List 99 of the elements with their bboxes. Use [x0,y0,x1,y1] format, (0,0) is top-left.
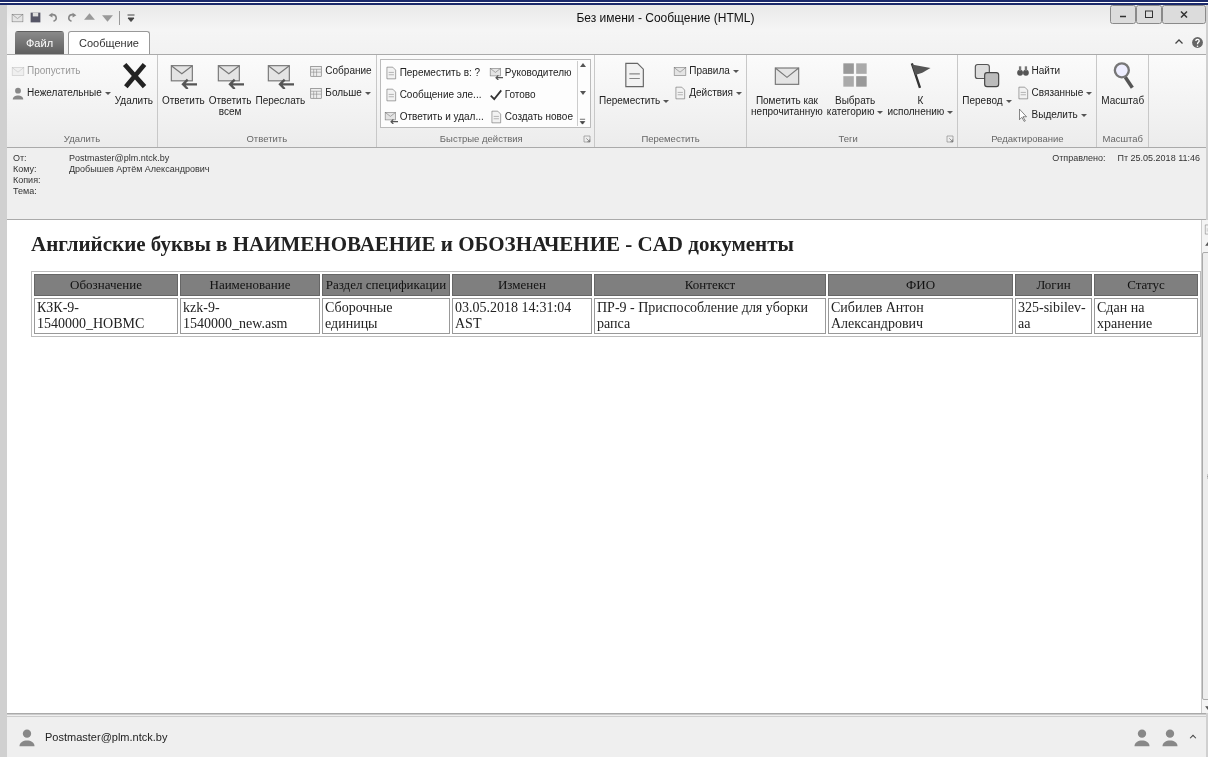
ribbon-button[interactable]: К исполнению [886,59,955,117]
dropdown-arrow-icon [364,91,371,95]
ribbon-button[interactable]: Пометить как непрочитанную [750,59,824,117]
ribbon-tab[interactable]: Сообщение [68,31,150,54]
table-cell: КЗК-9-1540000_НОВМС [34,298,178,334]
table-cell: kzk-9-1540000_new.asm [180,298,320,334]
group-label: Масштаб [1101,132,1145,146]
window-title: Без имени - Сообщение (HTML) [575,10,756,25]
ribbon-button[interactable]: Масштаб [1100,59,1146,106]
ribbon-button[interactable]: Нежелательные [10,83,112,102]
undo-icon[interactable] [47,11,60,24]
dropdown-arrow-icon [732,69,739,73]
person-icon [11,85,25,100]
dropdown-arrow-icon [663,99,670,103]
ribbon-button[interactable]: Сообщение эле... [382,85,485,104]
column-header: Наименование [180,274,320,296]
dropdown-arrow-icon [1005,99,1012,103]
ribbon-button[interactable]: Действия [672,83,744,102]
dropdown-arrow-icon [736,91,743,95]
save-icon[interactable] [29,11,42,24]
field-label: От: [13,153,28,164]
table-cell: ПР-9 - Приспособление для уборки рапса [594,298,826,334]
dropdown-arrow-icon [1086,91,1093,95]
collapse-icon[interactable] [1188,732,1198,742]
envelope-arrow-icon [383,109,398,124]
table-cell: 325-sibilev-aa [1015,298,1092,334]
envelope-arrow-icon [488,65,503,80]
document-icon [383,65,398,80]
group-label: Теги [837,132,859,146]
ribbon-button[interactable]: Переместить в: ? [382,63,485,82]
file-tab[interactable]: Файл [15,31,65,54]
customize-icon[interactable] [578,117,588,126]
calendar-icon [309,85,324,100]
column-header: Обозначение [34,274,178,296]
field-value: Дробышев Артём Александрович [69,164,210,175]
group-label: Редактирование [990,132,1065,146]
column-header: Изменен [452,274,592,296]
message-heading: Английские буквы в НАИМЕНОВАЕНИЕ и ОБОЗНАЧЕНИЕ - CAD документы [31,232,795,257]
dropdown-arrow-icon [877,110,884,114]
ribbon-button[interactable]: Создать новое [487,107,574,126]
group-label: Удалить [62,132,102,146]
person-icon [17,727,37,747]
person-icon[interactable] [1132,727,1152,747]
ribbon-button[interactable]: Ответить всем [207,59,253,117]
checkmark-icon [488,87,503,102]
help-icon[interactable] [1191,35,1204,49]
binoculars-icon [1015,63,1030,78]
maximize-button[interactable] [1136,5,1162,24]
ribbon-button[interactable]: Удалить [113,59,154,106]
document-icon [673,85,688,100]
ribbon-button[interactable]: Выбрать категорию [825,59,885,117]
ribbon-button[interactable]: Правила [672,61,744,80]
ribbon-button[interactable]: Выделить [1014,105,1094,124]
group-label: Переместить [640,132,701,146]
table-cell: Сдан на хранение [1094,298,1198,334]
document-icon [488,109,503,124]
scroll-down-icon[interactable] [578,89,587,97]
document-icon [383,87,398,102]
ribbon-button[interactable]: Ответить и удал... [382,107,485,126]
field-label: Копия: [13,175,42,186]
group-label: Ответить [245,132,289,146]
ribbon-button[interactable]: Переместить [597,59,671,106]
group-label: Быстрые действия [438,132,524,146]
column-header: Раздел спецификации [322,274,450,296]
column-header: Логин [1015,274,1092,296]
ribbon-button[interactable]: Собрание [308,61,373,80]
table-cell: 03.05.2018 14:31:04 AST [452,298,592,334]
dialog-launcher-icon[interactable] [582,135,591,143]
person-icon[interactable] [1160,727,1180,747]
dropdown-arrow-icon [947,110,954,114]
ribbon-button[interactable]: Переслать [254,59,307,106]
column-header: ФИО [828,274,1013,296]
field-label: Тема: [13,186,38,197]
calendar-icon [309,63,324,78]
contact-name: Postmaster@plm.ntck.by [45,731,169,743]
field-value: Postmaster@plm.ntck.by [69,153,170,164]
grid-icon [841,61,870,89]
dropdown-arrow-icon [104,91,111,95]
field-label: Отправлено: [1052,153,1106,164]
document-icon [1015,85,1030,100]
table-cell: Сибилев Антон Александрович [828,298,1013,334]
ribbon-button[interactable]: Ответить [160,59,206,106]
ribbon-button[interactable]: Найти [1014,61,1094,80]
ribbon-button[interactable]: Связанные [1014,83,1094,102]
ribbon-button[interactable]: Руководителю [487,63,574,82]
field-label: Кому: [13,164,38,175]
customize-icon[interactable] [125,11,137,24]
table-cell: Сборочные единицы [322,298,450,334]
column-header: Контекст [594,274,826,296]
field-value: Пт 25.05.2018 11:46 [1117,153,1200,164]
dropdown-arrow-icon [1080,113,1087,117]
dialog-launcher-icon[interactable] [946,135,955,143]
scroll-up-icon[interactable] [578,61,587,69]
ribbon-button[interactable]: Больше [308,83,373,102]
redo-icon[interactable] [65,11,78,24]
column-header: Статус [1094,274,1198,296]
ribbon-button[interactable]: Готово [487,85,574,104]
close-button[interactable] [1162,5,1206,24]
ribbon-button[interactable]: Перевод [961,59,1013,106]
